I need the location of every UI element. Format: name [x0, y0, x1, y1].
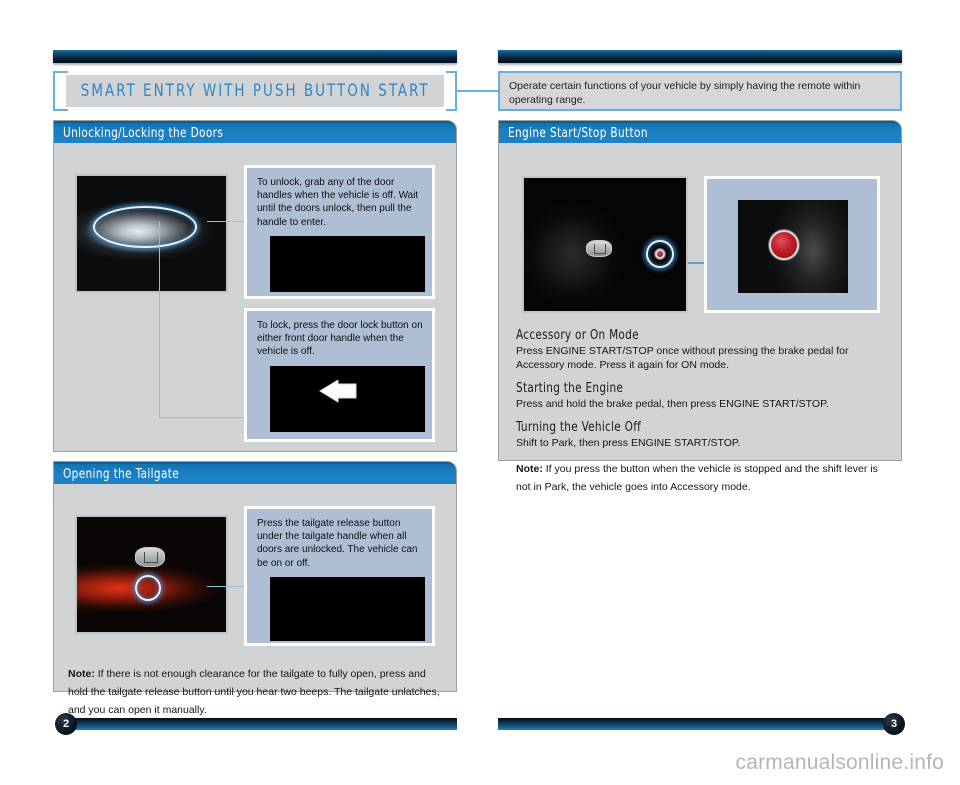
section-heading: Accessory or On Mode	[516, 328, 639, 343]
engine-note: Note: If you press the button when the v…	[516, 459, 886, 495]
highlight-ellipse-door-handle	[93, 206, 197, 248]
panel-opening-tailgate: Opening the Tailgate Press the tailgate …	[53, 461, 457, 716]
site-watermark: carmanualsonline.info	[735, 751, 944, 774]
section-body: Press and hold the brake pedal, then pre…	[516, 398, 829, 411]
callout-lock-text: To lock, press the door lock button on e…	[257, 320, 423, 358]
photo-hand-tailgate-release	[270, 576, 425, 641]
intro-note-text: Operate certain functions of your vehicl…	[509, 80, 861, 107]
photo-start-button-closeup	[738, 200, 848, 293]
section-heading: Turning the Vehicle Off	[516, 420, 642, 436]
panel-header-tailgate: Opening the Tailgate	[54, 462, 456, 484]
white-arrow-icon	[319, 379, 357, 403]
chapter-title-box: SMART ENTRY WITH PUSH BUTTON START	[66, 75, 444, 107]
section-accessory-on-mode: Accessory or On Mode Press ENGINE START/…	[516, 328, 886, 372]
page-number-right: 3	[883, 713, 905, 735]
panel-unlocking-locking-doors: Unlocking/Locking the Doors To unlock, g…	[53, 120, 457, 452]
manual-page-spread: SMART ENTRY WITH PUSH BUTTON START Opera…	[0, 0, 960, 785]
photo-door-lock-button	[270, 365, 425, 432]
intro-note-box: Operate certain functions of your vehicl…	[498, 71, 902, 111]
section-heading: Starting the Engine	[516, 381, 624, 397]
tailgate-note-text: If there is not enough clearance for the…	[68, 668, 440, 716]
bottom-rule-left	[64, 718, 457, 730]
inset-start-button-panel	[704, 176, 880, 313]
photo-door-handle	[75, 174, 228, 293]
connector-line-2	[159, 221, 160, 417]
callout-lock: To lock, press the door lock button on e…	[244, 308, 435, 442]
tailgate-note-label: Note:	[68, 668, 95, 680]
section-body: Shift to Park, then press ENGINE START/S…	[516, 437, 741, 450]
section-starting-the-engine: Starting the Engine Press and hold the b…	[516, 381, 886, 411]
callout-tailgate-text: Press the tailgate release button under …	[257, 518, 418, 569]
tailgate-note: Note: If there is not enough clearance f…	[68, 664, 442, 718]
photo-tailgate	[75, 515, 228, 634]
top-rule-right	[498, 50, 902, 63]
honda-logo-badge	[135, 547, 165, 567]
panel-header-unlocking: Unlocking/Locking the Doors	[54, 121, 456, 143]
callout-unlock-text: To unlock, grab any of the door handles …	[257, 177, 419, 228]
engine-start-stop-button[interactable]	[769, 230, 799, 260]
panel-header-label: Opening the Tailgate	[63, 466, 180, 482]
callout-tailgate: Press the tailgate release button under …	[244, 506, 435, 646]
start-button-marker	[655, 249, 665, 259]
top-rule-left	[53, 50, 457, 63]
photo-steering-wheel	[522, 176, 688, 313]
panel-header-engine: Engine Start/Stop Button	[499, 121, 901, 143]
callout-unlock: To unlock, grab any of the door handles …	[244, 165, 435, 299]
engine-note-text: If you press the button when the vehicle…	[516, 463, 878, 494]
section-body: Press ENGINE START/STOP once without pre…	[516, 345, 849, 372]
engine-note-label: Note:	[516, 463, 543, 476]
bottom-rule-right	[498, 718, 891, 730]
panel-header-label: Unlocking/Locking the Doors	[63, 125, 224, 141]
honda-logo-badge	[586, 240, 612, 257]
title-to-note-connector	[457, 90, 498, 92]
highlight-circle-tailgate-button	[135, 575, 161, 601]
panel-header-label: Engine Start/Stop Button	[508, 125, 648, 141]
page-title: SMART ENTRY WITH PUSH BUTTON START	[80, 81, 430, 101]
chapter-title-block: SMART ENTRY WITH PUSH BUTTON START	[53, 70, 457, 112]
engine-instructions: Accessory or On Mode Press ENGINE START/…	[516, 328, 886, 495]
page-number-left: 2	[55, 713, 77, 735]
section-turning-vehicle-off: Turning the Vehicle Off Shift to Park, t…	[516, 420, 886, 450]
photo-hand-grabbing-handle	[270, 235, 425, 292]
panel-engine-start-stop: Engine Start/Stop Button Accessory or On…	[498, 120, 902, 493]
